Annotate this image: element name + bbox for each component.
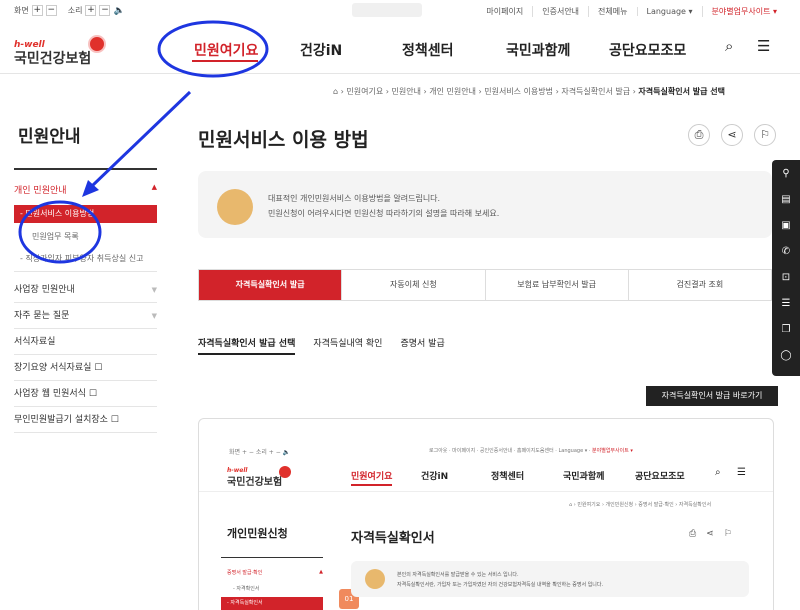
annotation-overlay xyxy=(18,20,269,264)
annotation-arrow-line xyxy=(90,90,192,188)
page-root: 화면 + − 소리 + − 🔈 마이페이지 인증서안내 전체메뉴 Languag… xyxy=(0,0,800,610)
annotation-circle-sidebar xyxy=(18,200,102,264)
annotation-circle-gnb xyxy=(157,20,269,78)
